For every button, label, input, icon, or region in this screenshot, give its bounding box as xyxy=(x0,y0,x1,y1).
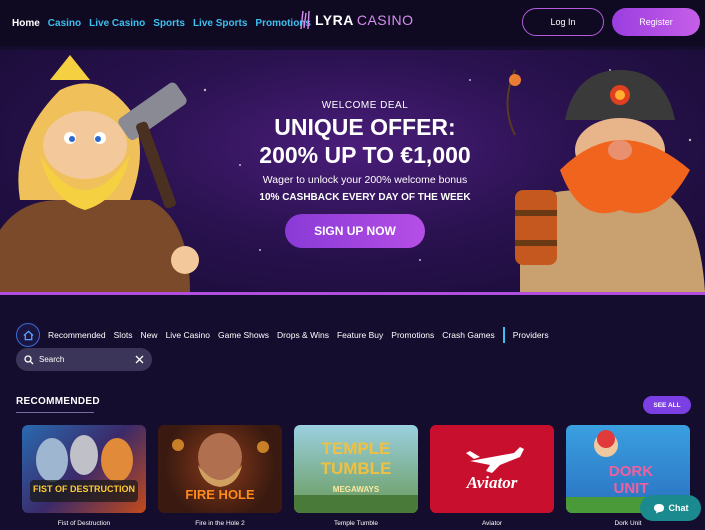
home-icon xyxy=(22,330,34,340)
category-drops-wins[interactable]: Drops & Wins xyxy=(277,330,329,340)
hero-artwork xyxy=(0,55,705,292)
game-logo-text: DORK UNIT xyxy=(608,463,654,497)
game-logo-text: TEMPLE TUMBLE xyxy=(320,439,392,478)
category-new[interactable]: New xyxy=(141,330,158,340)
fist-of-destruction-art xyxy=(30,435,138,502)
see-all-button[interactable]: SEE ALL xyxy=(643,396,691,414)
lyra-logo-icon xyxy=(300,10,310,30)
category-feature-buy[interactable]: Feature Buy xyxy=(337,330,383,340)
game-card[interactable]: Aviator Aviator xyxy=(430,425,554,527)
game-logo-text: Aviator xyxy=(466,473,518,492)
game-thumbnail[interactable]: FIRE HOLE xyxy=(158,425,282,513)
category-home-button[interactable] xyxy=(16,323,40,347)
game-title: Fire in the Hole 2 xyxy=(195,520,245,527)
game-title: Dork Unit xyxy=(614,520,642,527)
clear-search-icon[interactable] xyxy=(135,355,144,364)
dwarf-miner-character-left xyxy=(0,55,199,292)
main-nav: Home Casino Live Casino Sports Live Spor… xyxy=(12,18,311,29)
hero-kicker: WELCOME DEAL xyxy=(321,100,409,111)
category-recommended[interactable]: Recommended xyxy=(48,330,106,340)
logo-text-casino: CASINO xyxy=(356,12,414,28)
hero-cashback: 10% CASHBACK EVERY DAY OF THE WEEK xyxy=(259,192,471,203)
register-button[interactable]: Register xyxy=(612,8,700,36)
nav-live-sports[interactable]: Live Sports xyxy=(193,18,247,29)
recommended-games-row: FIST OF DESTRUCTION Fist of Destruction … xyxy=(22,425,690,527)
nav-casino[interactable]: Casino xyxy=(48,18,81,29)
hero-title-line2: 200% UP TO €1,000 xyxy=(259,142,471,168)
dwarf-bomber-character-right xyxy=(506,69,705,292)
game-card[interactable]: FIST OF DESTRUCTION Fist of Destruction xyxy=(22,425,146,527)
game-logo-subtext: MEGAWAYS xyxy=(332,485,380,494)
game-title: Aviator xyxy=(481,520,503,527)
chat-label: Chat xyxy=(668,503,689,513)
game-thumbnail[interactable]: TEMPLE TUMBLE MEGAWAYS xyxy=(294,425,418,513)
category-slots[interactable]: Slots xyxy=(114,330,133,340)
game-logo-text: FIST OF DESTRUCTION xyxy=(33,484,135,494)
game-thumbnail[interactable]: FIST OF DESTRUCTION xyxy=(22,425,146,513)
recommended-section-title: RECOMMENDED xyxy=(16,396,100,407)
game-logo-text: FIRE HOLE xyxy=(185,487,255,502)
chat-button[interactable]: Chat xyxy=(640,495,701,521)
nav-home[interactable]: Home xyxy=(12,18,40,29)
login-button[interactable]: Log In xyxy=(522,8,604,36)
casino-page: Home Casino Live Casino Sports Live Spor… xyxy=(0,0,705,530)
category-separator xyxy=(502,327,505,343)
hero-banner: WELCOME DEAL UNIQUE OFFER: 200% UP TO €1… xyxy=(0,50,705,292)
hero-subtitle: Wager to unlock your 200% welcome bonus xyxy=(262,174,468,186)
category-crash-games[interactable]: Crash Games xyxy=(442,330,494,340)
top-navigation-bar: Home Casino Live Casino Sports Live Spor… xyxy=(0,0,705,46)
game-card[interactable]: FIRE HOLE Fire in the Hole 2 xyxy=(158,425,282,527)
lyra-casino-logo[interactable]: LYRA CASINO xyxy=(300,10,414,30)
game-card[interactable]: TEMPLE TUMBLE MEGAWAYS Temple Tumble xyxy=(294,425,418,527)
chat-bubble-icon xyxy=(653,503,664,513)
nav-live-casino[interactable]: Live Casino xyxy=(89,18,145,29)
category-live-casino[interactable]: Live Casino xyxy=(166,330,210,340)
game-thumbnail[interactable]: Aviator xyxy=(430,425,554,513)
game-search-box xyxy=(16,348,152,371)
search-icon xyxy=(24,354,34,364)
aviator-plane-icon xyxy=(466,447,524,473)
game-title: Fist of Destruction xyxy=(57,520,111,527)
search-input[interactable] xyxy=(39,355,129,364)
providers-link[interactable]: Providers xyxy=(513,330,549,340)
sign-up-now-button[interactable]: SIGN UP NOW xyxy=(285,214,425,248)
nav-sports[interactable]: Sports xyxy=(153,18,185,29)
hero-title-line1: UNIQUE OFFER: xyxy=(274,114,456,140)
game-title: Temple Tumble xyxy=(333,520,379,527)
category-bar: Recommended Slots New Live Casino Game S… xyxy=(16,323,549,347)
section-underline xyxy=(16,412,94,413)
hero-divider xyxy=(0,292,705,295)
category-promotions[interactable]: Promotions xyxy=(391,330,434,340)
category-list: Recommended Slots New Live Casino Game S… xyxy=(48,327,549,343)
logo-text-lyra: LYRA xyxy=(315,12,354,28)
category-game-shows[interactable]: Game Shows xyxy=(218,330,269,340)
